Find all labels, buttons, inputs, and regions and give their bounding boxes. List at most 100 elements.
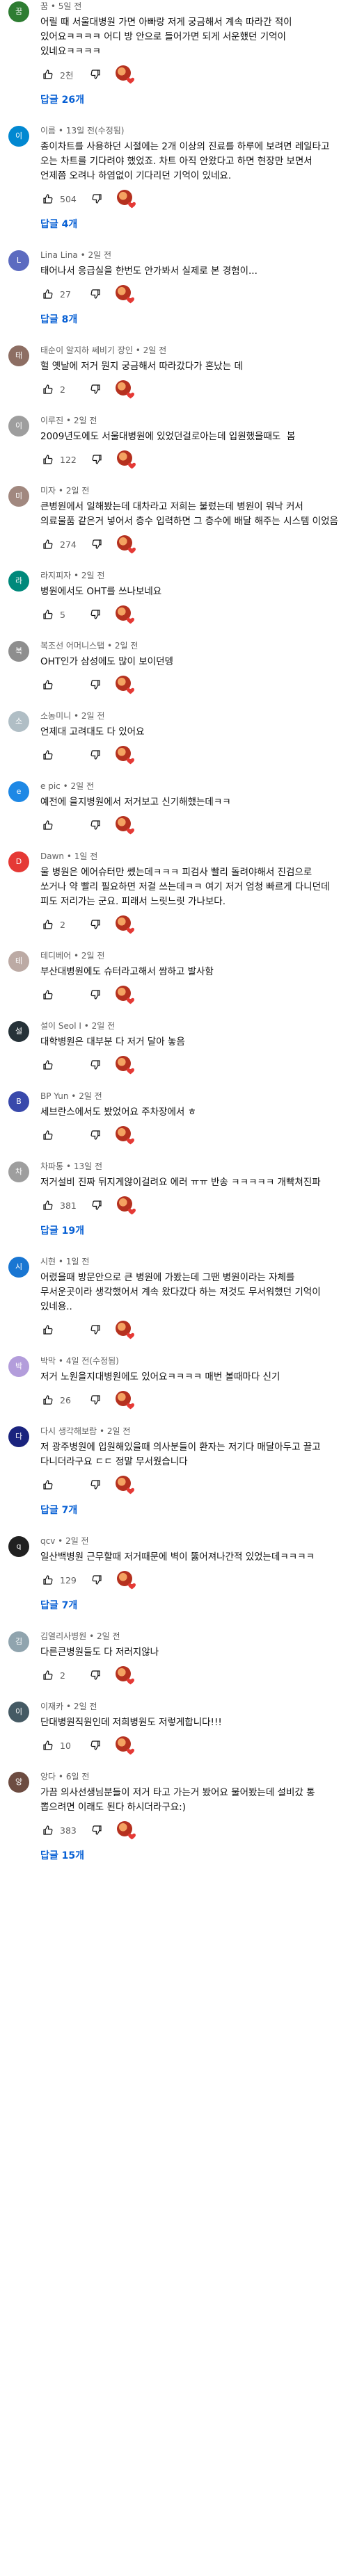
comment-time[interactable]: 2일 전: [92, 1021, 116, 1031]
thumbs-up-icon[interactable]: [40, 382, 56, 397]
comment-author[interactable]: 소농미니: [40, 711, 71, 721]
comment-time[interactable]: 2일 전: [97, 1631, 120, 1641]
comment-author[interactable]: 꿈: [40, 1, 48, 11]
thumbs-down-icon[interactable]: [89, 1823, 104, 1838]
thumbs-up-icon[interactable]: [40, 817, 56, 833]
comment-author[interactable]: 이름: [40, 126, 56, 136]
avatar[interactable]: 태: [8, 345, 29, 366]
thumbs-up-icon[interactable]: [40, 1057, 56, 1073]
comment-author[interactable]: Lina Lina: [40, 250, 78, 260]
thumbs-up-icon[interactable]: [40, 67, 56, 82]
comment-author[interactable]: 김열리사병원: [40, 1631, 86, 1641]
thumbs-down-icon[interactable]: [88, 817, 103, 833]
avatar[interactable]: 김: [8, 1631, 29, 1652]
comment-time[interactable]: 13일 전: [74, 1161, 102, 1171]
avatar[interactable]: 복: [8, 641, 29, 662]
comment-author[interactable]: 시현: [40, 1257, 56, 1266]
comment-author[interactable]: 이재카: [40, 1702, 63, 1711]
thumbs-up-icon[interactable]: [40, 191, 56, 206]
avatar[interactable]: 시: [8, 1257, 29, 1278]
comment-time[interactable]: 2일 전: [81, 951, 105, 961]
comment-author[interactable]: 이루진: [40, 416, 63, 425]
thumbs-up-icon[interactable]: [40, 537, 56, 552]
comment-time[interactable]: 2일 전: [70, 781, 94, 791]
avatar[interactable]: 앙: [8, 1772, 29, 1793]
thumbs-down-icon[interactable]: [88, 1322, 103, 1337]
thumbs-up-icon[interactable]: [40, 607, 56, 622]
comment-time[interactable]: 2일 전: [115, 641, 139, 651]
thumbs-down-icon[interactable]: [89, 452, 104, 467]
comment-time[interactable]: 5일 전: [58, 1, 82, 11]
comment-author[interactable]: 다시 생각해보람: [40, 1426, 97, 1436]
thumbs-down-icon[interactable]: [88, 67, 103, 82]
avatar[interactable]: D: [8, 851, 29, 872]
comment-author[interactable]: BP Yun: [40, 1091, 68, 1101]
thumbs-down-icon[interactable]: [88, 677, 103, 692]
comment-time[interactable]: 2일 전: [81, 711, 105, 721]
view-replies-link[interactable]: 답글 15개: [40, 1845, 84, 1866]
thumbs-down-icon[interactable]: [88, 1668, 103, 1683]
thumbs-down-icon[interactable]: [89, 1198, 104, 1213]
view-replies-link[interactable]: 답글 7개: [40, 1500, 77, 1521]
thumbs-up-icon[interactable]: [40, 452, 56, 467]
comment-time[interactable]: 2일 전: [88, 250, 112, 260]
view-replies-link[interactable]: 답글 19개: [40, 1221, 84, 1241]
avatar[interactable]: 다: [8, 1426, 29, 1447]
avatar[interactable]: 박: [8, 1356, 29, 1377]
thumbs-up-icon[interactable]: [40, 1198, 56, 1213]
thumbs-down-icon[interactable]: [88, 1057, 103, 1073]
thumbs-down-icon[interactable]: [89, 1572, 104, 1588]
thumbs-up-icon[interactable]: [40, 1668, 56, 1683]
comment-author[interactable]: 미자: [40, 486, 56, 496]
avatar[interactable]: 이: [8, 416, 29, 437]
comment-time[interactable]: 2일 전: [143, 345, 167, 355]
avatar[interactable]: q: [8, 1536, 29, 1557]
comment-author[interactable]: 라지피자: [40, 571, 71, 580]
thumbs-up-icon[interactable]: [40, 747, 56, 763]
thumbs-down-icon[interactable]: [89, 191, 104, 206]
thumbs-up-icon[interactable]: [40, 917, 56, 932]
avatar[interactable]: 설: [8, 1021, 29, 1042]
thumbs-up-icon[interactable]: [40, 1477, 56, 1492]
thumbs-down-icon[interactable]: [88, 1127, 103, 1143]
comment-author[interactable]: 차파통: [40, 1161, 63, 1171]
thumbs-up-icon[interactable]: [40, 987, 56, 1002]
comment-author[interactable]: 테디베어: [40, 951, 71, 961]
avatar[interactable]: L: [8, 250, 29, 271]
thumbs-up-icon[interactable]: [40, 1572, 56, 1588]
avatar[interactable]: 차: [8, 1161, 29, 1182]
thumbs-down-icon[interactable]: [89, 537, 104, 552]
thumbs-up-icon[interactable]: [40, 286, 56, 302]
comment-time[interactable]: 1일 전: [74, 851, 98, 861]
thumbs-down-icon[interactable]: [88, 987, 103, 1002]
thumbs-down-icon[interactable]: [88, 747, 103, 763]
comment-time[interactable]: 2일 전: [81, 571, 105, 580]
thumbs-up-icon[interactable]: [40, 1127, 56, 1143]
thumbs-up-icon[interactable]: [40, 1823, 56, 1838]
comment-author[interactable]: qcv: [40, 1536, 55, 1546]
thumbs-down-icon[interactable]: [88, 382, 103, 397]
thumbs-down-icon[interactable]: [88, 917, 103, 932]
comment-author[interactable]: Dawn: [40, 851, 64, 861]
thumbs-down-icon[interactable]: [88, 1738, 103, 1753]
avatar[interactable]: 이: [8, 126, 29, 147]
comment-time[interactable]: 2일 전: [66, 486, 90, 496]
comment-time[interactable]: 6일 전: [66, 1772, 90, 1782]
comment-author[interactable]: 박막: [40, 1356, 56, 1366]
thumbs-down-icon[interactable]: [88, 286, 103, 302]
comment-time[interactable]: 1일 전: [66, 1257, 90, 1266]
comment-author[interactable]: 설이 Seol I: [40, 1021, 81, 1031]
avatar[interactable]: 라: [8, 571, 29, 592]
thumbs-up-icon[interactable]: [40, 1738, 56, 1753]
comment-time[interactable]: 2일 전: [74, 1702, 97, 1711]
view-replies-link[interactable]: 답글 8개: [40, 309, 77, 330]
thumbs-down-icon[interactable]: [88, 607, 103, 622]
avatar[interactable]: 미: [8, 486, 29, 507]
comment-time[interactable]: 2일 전: [107, 1426, 131, 1436]
comment-time[interactable]: 2일 전: [65, 1536, 89, 1546]
comment-author[interactable]: e pic: [40, 781, 61, 791]
thumbs-up-icon[interactable]: [40, 1322, 56, 1337]
avatar[interactable]: e: [8, 781, 29, 802]
avatar[interactable]: 이: [8, 1702, 29, 1722]
thumbs-up-icon[interactable]: [40, 1392, 56, 1408]
